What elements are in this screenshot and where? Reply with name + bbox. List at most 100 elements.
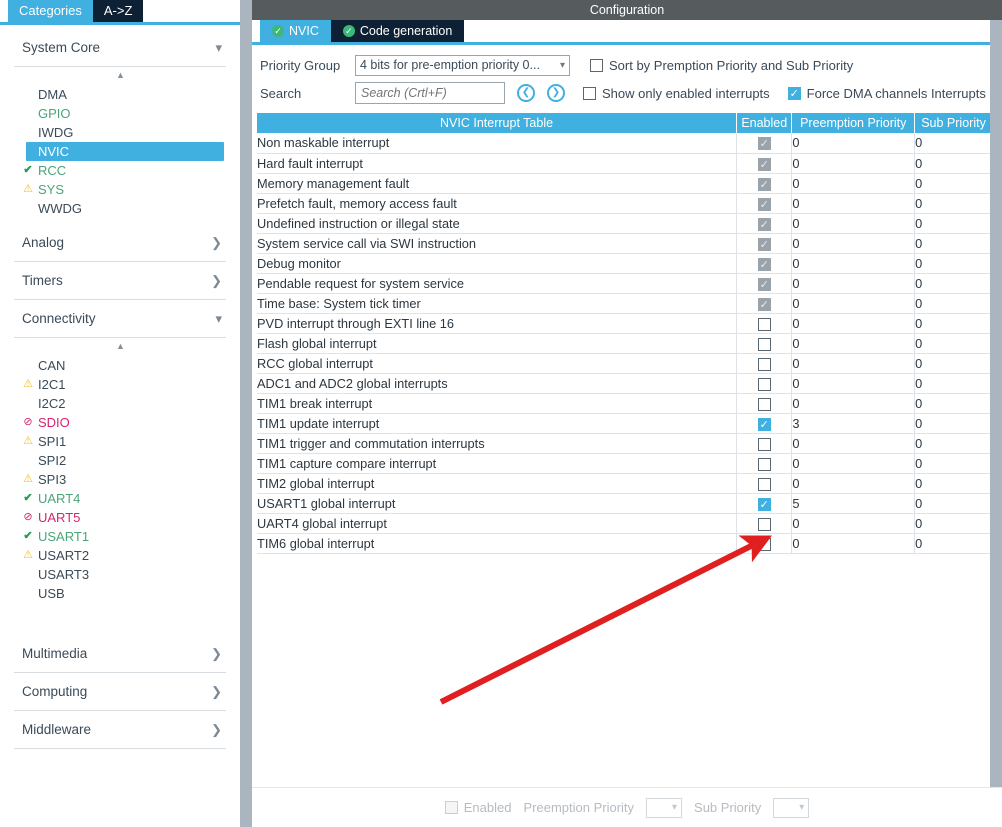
preemption-priority-cell[interactable]: 0: [791, 233, 916, 254]
interrupt-enabled-cell[interactable]: ✓: [736, 233, 793, 254]
column-header-sub-priority[interactable]: Sub Priority: [914, 113, 992, 133]
sub-priority-cell[interactable]: 0: [914, 193, 992, 214]
sub-priority-cell[interactable]: 0: [914, 173, 992, 194]
sidebar-section-header-analog[interactable]: Analog ❯: [14, 224, 226, 262]
sidebar-item-sdio[interactable]: ⊘ SDIO: [14, 413, 226, 432]
preemption-priority-cell[interactable]: 0: [791, 293, 916, 314]
sidebar-section-header-system-core[interactable]: System Core ▾: [14, 29, 226, 67]
interrupt-enabled-cell[interactable]: [736, 433, 793, 454]
interrupt-enabled-cell[interactable]: ✓: [736, 153, 793, 174]
interrupt-enabled-cell[interactable]: [736, 533, 793, 554]
sidebar-item-usart3[interactable]: USART3: [14, 565, 226, 584]
sub-priority-cell[interactable]: 0: [914, 273, 992, 294]
sub-priority-cell[interactable]: 0: [914, 513, 992, 534]
interrupt-enabled-cell[interactable]: [736, 473, 793, 494]
preemption-priority-cell[interactable]: 0: [791, 173, 916, 194]
preemption-priority-cell[interactable]: 0: [791, 133, 916, 154]
tab-categories[interactable]: Categories: [8, 0, 93, 22]
sub-priority-cell[interactable]: 0: [914, 493, 992, 514]
preemption-priority-cell[interactable]: 0: [791, 433, 916, 454]
sub-priority-cell[interactable]: 0: [914, 333, 992, 354]
table-row[interactable]: Flash global interrupt 0 0: [257, 333, 992, 354]
preemption-priority-cell[interactable]: 0: [791, 353, 916, 374]
preemption-priority-cell[interactable]: 0: [791, 313, 916, 334]
preemption-priority-cell[interactable]: 0: [791, 373, 916, 394]
table-row[interactable]: ADC1 and ADC2 global interrupts 0 0: [257, 373, 992, 394]
sidebar-item-spi3[interactable]: ⚠ SPI3: [14, 470, 226, 489]
sidebar-item-can[interactable]: CAN: [14, 356, 226, 375]
show-only-enabled-checkbox[interactable]: Show only enabled interrupts: [583, 86, 770, 101]
interrupt-enabled-cell[interactable]: [736, 313, 793, 334]
sidebar-item-usart1[interactable]: ✔ USART1: [14, 527, 226, 546]
sidebar-item-uart4[interactable]: ✔ UART4: [14, 489, 226, 508]
sidebar-item-sys[interactable]: ⚠ SYS: [14, 180, 226, 199]
preemption-priority-cell[interactable]: 0: [791, 513, 916, 534]
table-row[interactable]: Debug monitor ✓ 0 0: [257, 253, 992, 274]
sidebar-section-header-multimedia[interactable]: Multimedia ❯: [14, 635, 226, 673]
interrupt-enabled-cell[interactable]: [736, 373, 793, 394]
table-row[interactable]: TIM2 global interrupt 0 0: [257, 473, 992, 494]
preemption-priority-cell[interactable]: 0: [791, 253, 916, 274]
sidebar-item-spi2[interactable]: SPI2: [14, 451, 226, 470]
sub-priority-cell[interactable]: 0: [914, 373, 992, 394]
sidebar-item-nvic[interactable]: NVIC: [26, 142, 224, 161]
sidebar-item-rcc[interactable]: ✔ RCC: [14, 161, 226, 180]
search-prev-button[interactable]: ❮: [517, 84, 535, 102]
sidebar-item-wwdg[interactable]: WWDG: [14, 199, 226, 218]
sub-priority-cell[interactable]: 0: [914, 293, 992, 314]
sub-priority-cell[interactable]: 0: [914, 533, 992, 554]
table-row[interactable]: Undefined instruction or illegal state ✓ 0…: [257, 213, 992, 234]
sidebar-section-header-middleware[interactable]: Middleware ❯: [14, 711, 226, 749]
sub-priority-cell[interactable]: 0: [914, 413, 992, 434]
tab-a-to-z[interactable]: A->Z: [92, 0, 144, 22]
tab-nvic[interactable]: ✓ NVIC: [260, 20, 331, 42]
preemption-priority-cell[interactable]: 0: [791, 393, 916, 414]
interrupt-enabled-cell[interactable]: [736, 333, 793, 354]
sub-priority-cell[interactable]: 0: [914, 153, 992, 174]
table-row[interactable]: TIM6 global interrupt 0 0: [257, 533, 992, 554]
sidebar-item-i2c1[interactable]: ⚠ I2C1: [14, 375, 226, 394]
table-row[interactable]: UART4 global interrupt 0 0: [257, 513, 992, 534]
column-header-enabled[interactable]: Enabled: [736, 113, 793, 133]
sub-priority-cell[interactable]: 0: [914, 133, 992, 154]
sub-priority-cell[interactable]: 0: [914, 453, 992, 474]
interrupt-enabled-cell[interactable]: ✓: [736, 173, 793, 194]
vertical-scrollbar-track[interactable]: [990, 20, 1002, 827]
preemption-priority-cell[interactable]: 5: [791, 493, 916, 514]
scroll-up-indicator-system-core[interactable]: ▲: [14, 67, 226, 83]
preemption-priority-cell[interactable]: 3: [791, 413, 916, 434]
sidebar-item-uart5[interactable]: ⊘ UART5: [14, 508, 226, 527]
interrupt-enabled-cell[interactable]: ✓: [736, 133, 793, 154]
scroll-up-indicator-connectivity[interactable]: ▲: [14, 338, 226, 354]
table-row[interactable]: Pendable request for system service ✓ 0 0: [257, 273, 992, 294]
interrupt-enabled-cell[interactable]: [736, 353, 793, 374]
sidebar-item-usb[interactable]: USB: [14, 584, 226, 603]
table-row[interactable]: System service call via SWI instruction ✓…: [257, 233, 992, 254]
interrupt-enabled-cell[interactable]: [736, 513, 793, 534]
column-header-preemption-priority[interactable]: Preemption Priority: [791, 113, 916, 133]
interrupt-enabled-cell[interactable]: ✓: [736, 213, 793, 234]
table-row[interactable]: Non maskable interrupt ✓ 0 0: [257, 133, 992, 154]
sub-priority-cell[interactable]: 0: [914, 353, 992, 374]
interrupt-enabled-cell[interactable]: ✓: [736, 273, 793, 294]
table-row[interactable]: TIM1 trigger and commutation interrupts 0…: [257, 433, 992, 454]
sub-priority-cell[interactable]: 0: [914, 253, 992, 274]
search-next-button[interactable]: ❯: [547, 84, 565, 102]
sidebar-section-header-computing[interactable]: Computing ❯: [14, 673, 226, 711]
sub-priority-cell[interactable]: 0: [914, 233, 992, 254]
table-row[interactable]: TIM1 update interrupt ✓ 3 0: [257, 413, 992, 434]
table-row[interactable]: Hard fault interrupt ✓ 0 0: [257, 153, 992, 174]
tab-code-generation[interactable]: ✓ Code generation: [330, 20, 465, 42]
interrupt-enabled-cell[interactable]: [736, 393, 793, 414]
sub-priority-cell[interactable]: 0: [914, 213, 992, 234]
sidebar-section-header-timers[interactable]: Timers ❯: [14, 262, 226, 300]
table-row[interactable]: Time base: System tick timer ✓ 0 0: [257, 293, 992, 314]
table-row[interactable]: TIM1 capture compare interrupt 0 0: [257, 453, 992, 474]
sidebar-section-header-connectivity[interactable]: Connectivity ▾: [14, 300, 226, 338]
sidebar-item-usart2[interactable]: ⚠ USART2: [14, 546, 226, 565]
column-header-name[interactable]: NVIC Interrupt Table: [257, 113, 738, 133]
preemption-priority-cell[interactable]: 0: [791, 473, 916, 494]
sidebar-scroll-area[interactable]: System Core ▾ ▲ DMA GPIO IWDG NVIC ✔ RCC…: [0, 25, 240, 827]
sidebar-item-spi1[interactable]: ⚠ SPI1: [14, 432, 226, 451]
sub-priority-cell[interactable]: 0: [914, 393, 992, 414]
